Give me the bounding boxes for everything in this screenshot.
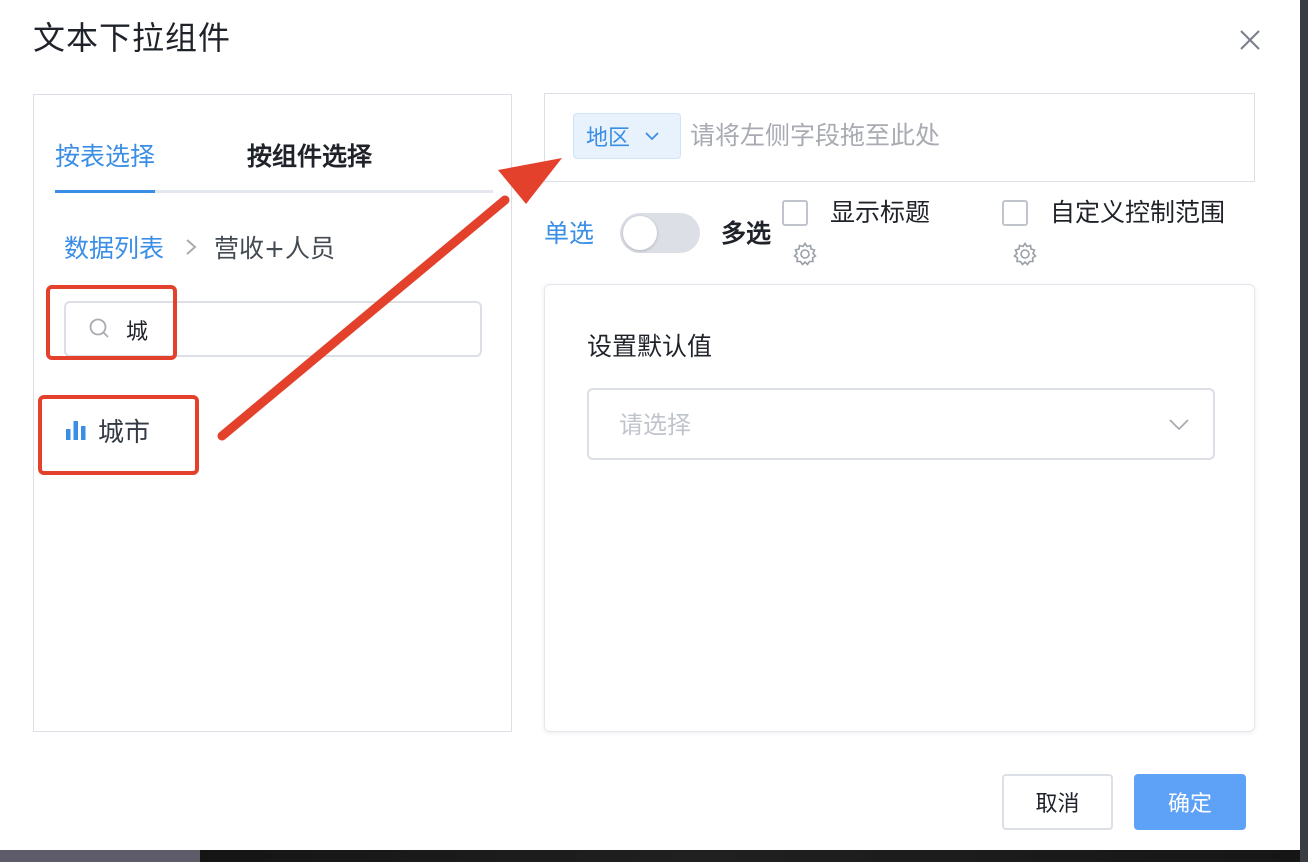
- default-value-select[interactable]: 请选择: [587, 388, 1215, 460]
- close-button[interactable]: [1234, 24, 1266, 56]
- single-select-label: 单选: [544, 219, 595, 248]
- chevron-down-icon: [645, 132, 659, 141]
- custom-range-label: 自定义控制范围: [1050, 198, 1226, 227]
- breadcrumb-data-list[interactable]: 数据列表: [64, 229, 164, 265]
- cancel-button[interactable]: 取消: [1002, 774, 1113, 830]
- close-icon: [1240, 30, 1260, 50]
- confirm-button[interactable]: 确定: [1134, 774, 1246, 830]
- settings-gear-icon[interactable]: [1012, 241, 1038, 267]
- dialog-title: 文本下拉组件: [33, 19, 232, 57]
- tab-by-component[interactable]: 按组件选择: [247, 135, 372, 179]
- switch-knob: [623, 216, 657, 250]
- search-highlight-annotation: [46, 285, 177, 360]
- source-tabs: 按表选择 按组件选择: [55, 135, 493, 193]
- settings-gear-icon[interactable]: [792, 241, 818, 267]
- select-mode-switch[interactable]: [620, 213, 700, 253]
- select-placeholder: 请选择: [619, 411, 691, 439]
- show-title-label: 显示标题: [830, 198, 931, 227]
- text-dropdown-dialog: 文本下拉组件 按表选择 按组件选择 数据列表 营收+人员 城 城市 地区 请将左…: [0, 0, 1300, 850]
- background-edge: [1300, 0, 1308, 862]
- tag-label: 地区: [586, 126, 631, 151]
- drop-placeholder: 请将左侧字段拖至此处: [690, 121, 941, 150]
- chevron-down-icon: [1169, 419, 1189, 431]
- chevron-right-icon: [184, 236, 198, 258]
- custom-range-checkbox[interactable]: [1002, 200, 1028, 226]
- field-highlight-annotation: [38, 395, 199, 475]
- multi-select-label: 多选: [721, 219, 772, 248]
- region-field-tag[interactable]: 地区: [573, 113, 681, 159]
- background-strip: [0, 850, 1308, 862]
- field-drop-zone[interactable]: 地区 请将左侧字段拖至此处: [544, 93, 1255, 182]
- default-value-title: 设置默认值: [587, 332, 713, 361]
- breadcrumb: 数据列表 营收+人员: [64, 227, 335, 267]
- tab-by-table[interactable]: 按表选择: [55, 135, 156, 193]
- default-value-card: 设置默认值 请选择: [544, 284, 1255, 732]
- show-title-checkbox[interactable]: [782, 200, 808, 226]
- breadcrumb-current: 营收+人员: [214, 234, 335, 263]
